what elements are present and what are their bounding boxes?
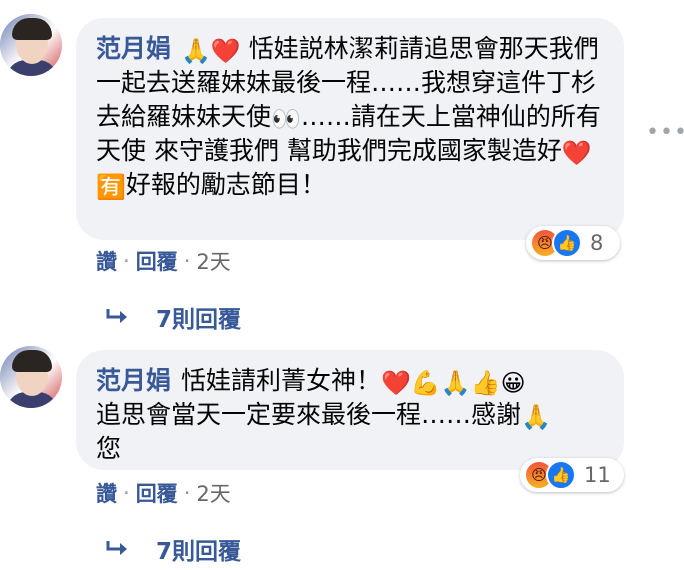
comment-text: 追思會當天一定要來最後一程……感謝 xyxy=(96,400,522,429)
ellipsis-icon[interactable]: ••• xyxy=(646,120,684,145)
emoji-group: ❤️💪🙏👍😀 xyxy=(381,369,526,397)
heart-emoji: ❤️ xyxy=(561,139,592,167)
like-link[interactable]: 讚 xyxy=(96,478,117,508)
comment-text: 您 xyxy=(96,434,122,463)
emoji: 🙏❤️ xyxy=(181,37,241,65)
reactions-summary[interactable]: 😠 👍 11 xyxy=(520,458,624,492)
like-link[interactable]: 讚 xyxy=(96,246,117,276)
comment-author[interactable]: 范月娟 xyxy=(96,366,171,395)
comment-text: 好報的勵志節目！ xyxy=(125,170,326,199)
like-reaction-icon: 👍 xyxy=(552,228,582,258)
pray-emoji: 🙏 xyxy=(521,403,551,431)
separator: · xyxy=(183,481,191,505)
reply-link[interactable]: 回覆 xyxy=(136,246,178,276)
reaction-count: 8 xyxy=(590,231,604,255)
replies-count-label: 7則回覆 xyxy=(156,539,242,565)
comment-actions: 讚 · 回覆 · 2天 xyxy=(96,478,231,508)
separator: · xyxy=(123,249,130,273)
timestamp[interactable]: 2天 xyxy=(196,478,230,508)
comment-actions: 讚 · 回覆 · 2天 xyxy=(96,246,231,276)
comment-text: 恬娃請利菁女神！ xyxy=(181,366,382,395)
reply-arrow-icon xyxy=(106,541,127,555)
reply-link[interactable]: 回覆 xyxy=(136,478,178,508)
timestamp[interactable]: 2天 xyxy=(196,246,230,276)
separator: · xyxy=(123,481,130,505)
separator: · xyxy=(183,249,191,273)
like-reaction-icon: 👍 xyxy=(546,460,576,490)
reactions-summary[interactable]: 😠 👍 8 xyxy=(526,226,620,260)
replies-count-label: 7則回覆 xyxy=(156,307,242,333)
eyes-emoji: 👀 xyxy=(271,105,301,133)
avatar[interactable] xyxy=(0,14,62,76)
reply-arrow-icon xyxy=(106,309,127,323)
avatar[interactable] xyxy=(0,346,62,408)
reaction-count: 11 xyxy=(584,463,611,487)
comment-bubble: 范月娟 🙏❤️ 恬娃説林潔莉請追思會那天我們一起去送羅妹妹最後一程……我想穿這件丁… xyxy=(76,18,624,240)
view-replies-link[interactable]: 7則回覆 xyxy=(104,300,241,334)
comment-bubble: 范月娟 恬娃請利菁女神！❤️💪🙏👍😀 追思會當天一定要來最後一程……感謝🙏 您 xyxy=(76,350,624,470)
have-emoji: 🈶 xyxy=(96,173,126,201)
comment-author[interactable]: 范月娟 xyxy=(96,34,171,63)
view-replies-link[interactable]: 7則回覆 xyxy=(104,532,241,566)
